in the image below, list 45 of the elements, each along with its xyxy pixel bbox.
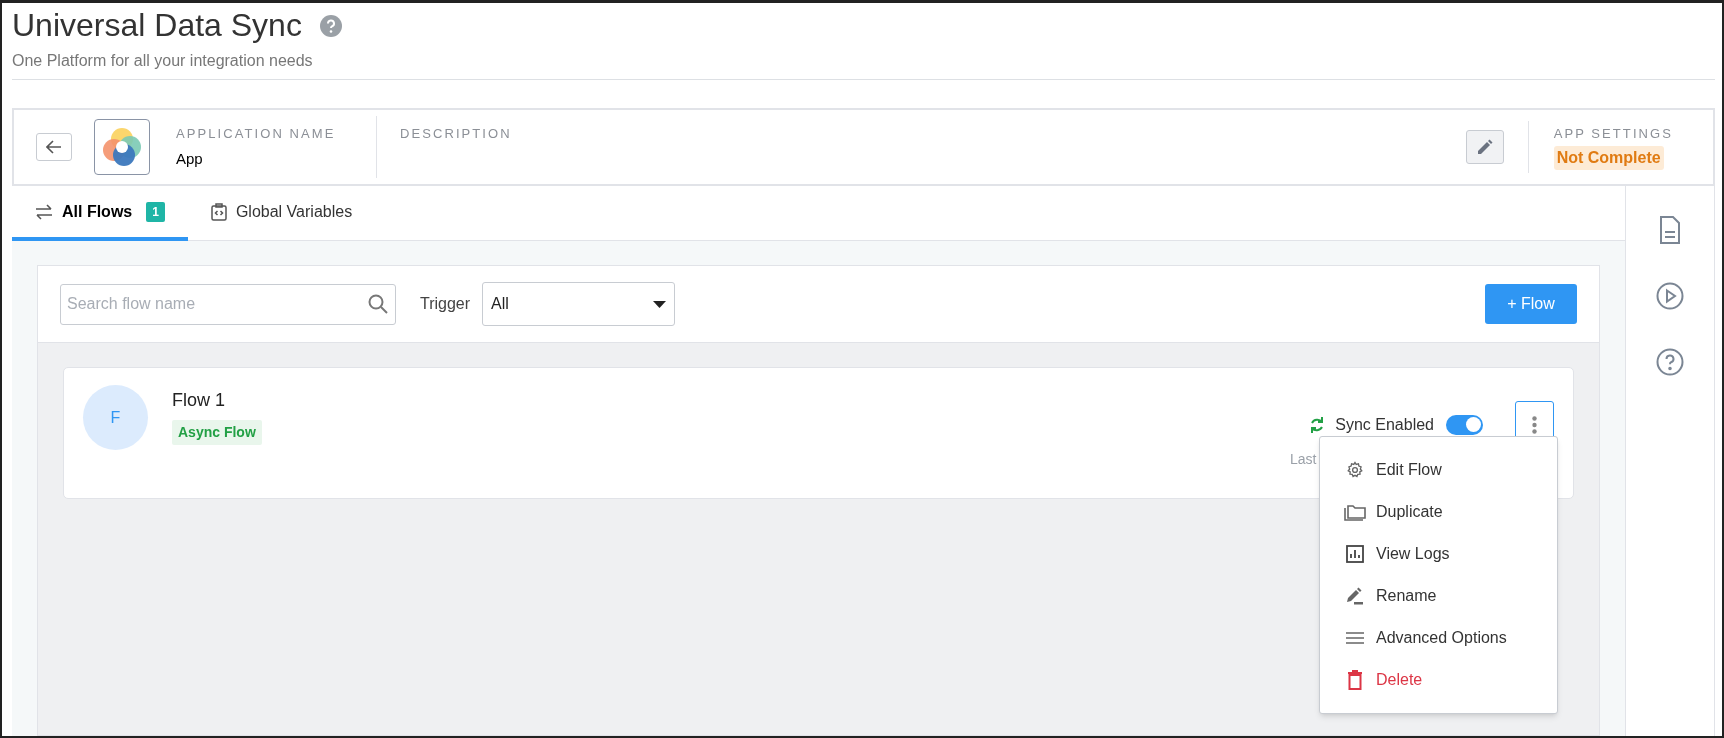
last-run-text: Last (1290, 450, 1317, 469)
trigger-label: Trigger (420, 294, 471, 314)
lines-icon (1346, 632, 1364, 644)
app-name: App (176, 148, 204, 169)
flow-avatar: F (83, 385, 148, 450)
menu-item[interactable]: Delete (1320, 659, 1557, 701)
count-badge: 1 (146, 201, 165, 222)
gear-icon (1346, 461, 1364, 479)
help-icon[interactable] (319, 15, 342, 37)
app-logo (94, 119, 150, 175)
field-label: DESCRIPTION (400, 125, 512, 143)
bar-chart-icon (1346, 545, 1364, 563)
search-icon (368, 293, 388, 314)
back-button[interactable] (36, 133, 72, 161)
document-icon[interactable] (1659, 216, 1681, 244)
status-badge: Not Complete (1553, 146, 1664, 171)
menu-item[interactable]: Duplicate (1320, 491, 1557, 533)
page-subtitle: One Platform for all your integration needs (12, 51, 314, 71)
play-icon[interactable] (1656, 282, 1684, 310)
menu-item[interactable]: Advanced Options (1320, 617, 1557, 659)
flow-name: Flow 1 (172, 389, 226, 412)
search-field[interactable]: Search flow name (60, 283, 396, 325)
menu-item[interactable]: Rename (1320, 575, 1557, 617)
help-icon[interactable] (1656, 348, 1684, 376)
trash-icon (1347, 670, 1363, 690)
pencil-icon (1345, 587, 1365, 605)
edit-button[interactable] (1465, 130, 1504, 164)
flow-type-tag: Async Flow (172, 420, 262, 445)
kebab-icon (1532, 415, 1537, 434)
pencil-icon (1475, 138, 1494, 156)
menu-item[interactable]: View Logs (1320, 533, 1557, 575)
menu-item[interactable]: Edit Flow (1320, 449, 1557, 491)
folders-icon (1344, 503, 1366, 521)
sync-toggle[interactable] (1446, 414, 1483, 435)
field-label: APPLICATION NAME (176, 125, 337, 143)
caret-icon (653, 300, 667, 308)
page-title: Universal Data Sync (12, 6, 302, 45)
trigger-dropdown[interactable]: All (482, 282, 676, 326)
sync-label: Sync Enabled (1335, 414, 1434, 435)
swap-arrows-icon (35, 203, 53, 220)
back-arrow-icon (46, 140, 62, 154)
code-document-icon (210, 202, 227, 221)
field-label: APP SETTINGS (1553, 124, 1673, 143)
tab[interactable]: Global Variables (187, 186, 376, 241)
sync-icon (1309, 415, 1326, 434)
